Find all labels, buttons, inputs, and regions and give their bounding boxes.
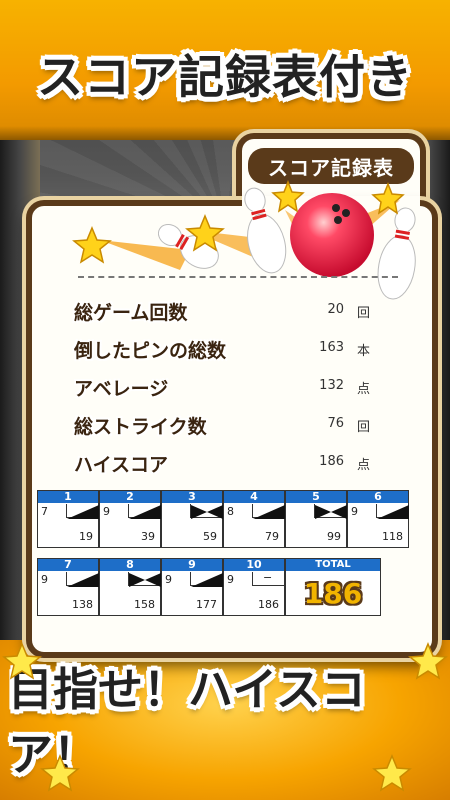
first-roll: 9	[351, 505, 358, 518]
strike-mark-icon	[315, 505, 347, 519]
spare-mark-icon	[377, 505, 409, 519]
frame-2: 2 9 39	[99, 490, 161, 548]
stat-label: 総ストライク数	[74, 416, 207, 438]
stat-row-total-strikes: 総ストライク数 76 回	[74, 410, 374, 448]
mark-box	[66, 504, 99, 519]
bowling-pin-icon	[377, 207, 416, 300]
stat-unit: 回	[356, 420, 370, 435]
spare-mark-icon	[129, 505, 161, 519]
cumulative-score: 99	[327, 530, 341, 543]
stat-value: 20	[327, 302, 344, 317]
strike-mark-icon	[191, 505, 223, 519]
card-tab-title: スコア記録表	[248, 148, 414, 184]
stat-row-average: アベレージ 132 点	[74, 372, 374, 410]
frame-4: 4 8 79	[223, 490, 285, 548]
frame-7: 7 9 138	[37, 558, 99, 616]
stat-value: 76	[327, 416, 344, 431]
star-icon	[271, 180, 305, 213]
spare-mark-icon	[191, 573, 223, 587]
frame-number: 1	[38, 491, 98, 503]
star-icon	[372, 754, 412, 792]
stat-unit: 点	[356, 382, 370, 397]
mark-box	[376, 504, 409, 519]
stats-list: 総ゲーム回数 20 回 倒したピンの総数 163 本 アベレージ 132 点 総…	[74, 296, 374, 486]
bowling-ball-icon	[290, 193, 374, 277]
frame-6: 6 9 118	[347, 490, 409, 548]
first-roll: 9	[41, 573, 48, 586]
divider	[78, 276, 398, 278]
frame-9: 9 9 177	[161, 558, 223, 616]
cumulative-score: 186	[258, 598, 279, 611]
first-roll: 8	[227, 505, 234, 518]
mark-box	[66, 572, 99, 587]
frame-number: 9	[162, 559, 222, 571]
spare-mark-icon	[67, 573, 99, 587]
frame-8: 8 158	[99, 558, 161, 616]
total-score-box: TOTAL 186	[285, 558, 381, 616]
frame-number: 6	[348, 491, 408, 503]
score-sheet-row-2: 7 9 138 8 158 9 9 177 10 9−186 TOTAL 186	[37, 558, 409, 616]
cumulative-score: 59	[203, 530, 217, 543]
mark-box	[190, 504, 223, 519]
first-roll: 9	[165, 573, 172, 586]
total-value: 186	[303, 577, 363, 610]
stat-value: 186	[319, 454, 344, 469]
frame-number: 7	[38, 559, 98, 571]
stat-label: 総ゲーム回数	[74, 302, 188, 324]
frame-number: 3	[162, 491, 222, 503]
frame-number: 10	[224, 559, 284, 571]
spare-mark-icon	[67, 505, 99, 519]
stat-label: ハイスコア	[74, 454, 169, 476]
stat-row-high-score: ハイスコア 186 点	[74, 448, 374, 486]
mark-box	[128, 572, 161, 587]
headline: スコア記録表付き	[37, 50, 413, 104]
mark-box: −	[252, 571, 284, 586]
stat-row-total-pins: 倒したピンの総数 163 本	[74, 334, 374, 372]
frame-number: 4	[224, 491, 284, 503]
frame-number: 8	[100, 559, 160, 571]
score-sheet-row-1: 1 7 19 2 9 39 3 59 4 8 79 5 99 6 9 118	[37, 490, 409, 548]
star-icon	[40, 754, 80, 792]
frame-1: 1 7 19	[37, 490, 99, 548]
second-roll: −	[263, 571, 273, 584]
stat-value: 163	[319, 340, 344, 355]
cumulative-score: 158	[134, 598, 155, 611]
cumulative-score: 177	[196, 598, 217, 611]
star-icon	[2, 642, 42, 680]
mark-box	[314, 504, 347, 519]
strike-mark-icon	[129, 573, 161, 587]
frame-number: 5	[286, 491, 346, 503]
total-label: TOTAL	[286, 559, 380, 571]
first-roll: 7	[41, 505, 48, 518]
stat-label: アベレージ	[74, 378, 169, 400]
cumulative-score: 138	[72, 598, 93, 611]
frame-5: 5 99	[285, 490, 347, 548]
bottom-stars	[2, 642, 448, 792]
frame-number: 2	[100, 491, 160, 503]
star-icon	[408, 642, 448, 680]
mark-box	[128, 504, 161, 519]
stat-unit: 本	[356, 344, 370, 359]
cumulative-score: 39	[141, 530, 155, 543]
mark-box	[252, 504, 285, 519]
cumulative-score: 118	[382, 530, 403, 543]
stat-row-total-games: 総ゲーム回数 20 回	[74, 296, 374, 334]
first-roll: 9	[227, 573, 234, 586]
frame-3: 3 59	[161, 490, 223, 548]
stat-unit: 回	[356, 306, 370, 321]
stat-unit: 点	[356, 458, 370, 473]
cumulative-score: 19	[79, 530, 93, 543]
frame-10: 10 9 − 186	[223, 558, 285, 616]
cumulative-score: 79	[265, 530, 279, 543]
star-icon	[72, 226, 112, 264]
stat-label: 倒したピンの総数	[74, 340, 227, 362]
spare-mark-icon	[253, 505, 285, 519]
first-roll: 9	[103, 505, 110, 518]
stat-value: 132	[319, 378, 344, 393]
mark-box	[190, 572, 223, 587]
